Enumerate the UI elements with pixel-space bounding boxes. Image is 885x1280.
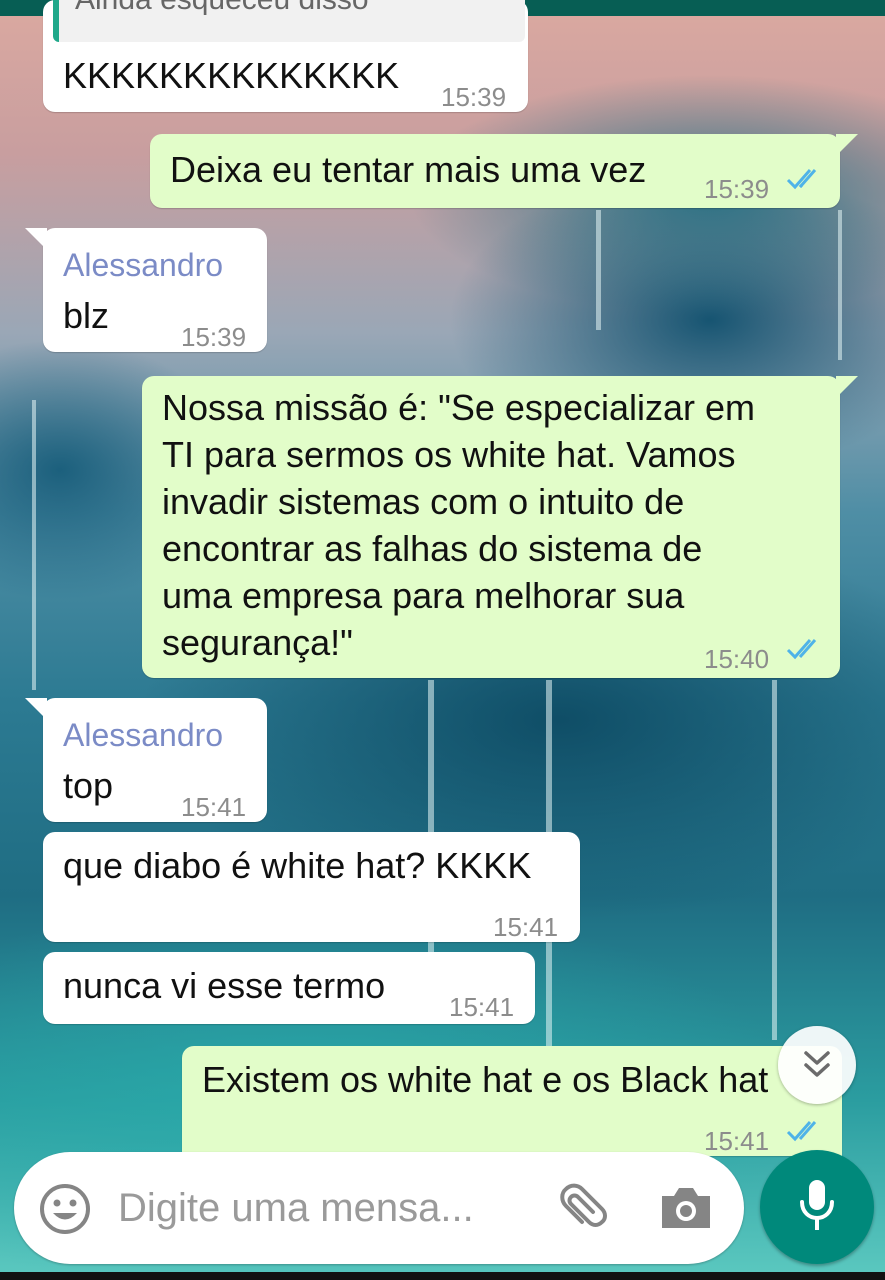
double-chevron-down-icon <box>804 1051 830 1077</box>
wallpaper-line <box>772 680 777 1040</box>
message-incoming[interactable]: que diabo é white hat? KKKK 15:41 <box>43 832 580 942</box>
message-text-line: segurança!" <box>162 622 353 663</box>
message-text: KKKKKKKKKKKKKK <box>63 55 400 96</box>
message-outgoing[interactable]: Deixa eu tentar mais uma vez 15:39 <box>150 134 858 208</box>
read-ticks-icon <box>786 639 817 660</box>
bubble-tail <box>25 698 47 720</box>
navigation-bar-edge <box>0 1272 885 1280</box>
message-composer[interactable]: Digite uma mensa... <box>14 1152 744 1264</box>
sender-name[interactable]: Alessandro <box>63 242 223 289</box>
camera-icon[interactable] <box>658 1184 714 1232</box>
emoji-icon[interactable] <box>38 1182 92 1236</box>
bubble-tail <box>25 228 47 250</box>
message-text-line: invadir sistemas com o intuito de <box>162 481 685 522</box>
message-time: 15:39 <box>441 82 507 112</box>
scroll-to-bottom-button[interactable] <box>778 1026 856 1104</box>
sender-name[interactable]: Alessandro <box>63 712 223 759</box>
read-ticks-icon <box>786 169 817 190</box>
read-ticks-icon <box>786 1121 817 1142</box>
message-incoming[interactable]: Alessandro blz 15:39 <box>25 228 267 352</box>
wallpaper-line <box>32 400 36 690</box>
message-time: 15:40 <box>704 644 770 674</box>
message-time: 15:39 <box>181 322 247 352</box>
message-text-line: Nossa missão é: "Se especializar em <box>162 387 756 428</box>
quoted-message-text: Ainda esqueceu disso <box>75 0 369 23</box>
wallpaper-line <box>596 210 601 330</box>
voice-record-button[interactable] <box>760 1150 874 1264</box>
microphone-icon <box>800 1180 834 1230</box>
message-text-line: uma empresa para melhorar sua <box>162 575 685 616</box>
message-text: Deixa eu tentar mais uma vez <box>170 149 647 190</box>
chat-screen: Ainda esqueceu disso KKKKKKKKKKKKKK 15:3… <box>0 0 885 1280</box>
message-text: Existem os white hat e os Black hat <box>202 1059 769 1100</box>
message-text: blz <box>63 295 110 336</box>
message-text: top <box>63 765 114 806</box>
message-time: 15:41 <box>493 912 559 942</box>
message-text-line: TI para sermos os white hat. Vamos <box>162 434 736 475</box>
message-text: nunca vi esse termo <box>63 965 386 1006</box>
message-time: 15:41 <box>181 792 247 822</box>
wallpaper-line <box>838 210 842 360</box>
message-input[interactable]: Digite uma mensa... <box>118 1186 474 1231</box>
quoted-message[interactable]: Ainda esqueceu disso <box>53 0 525 42</box>
paperclip-icon[interactable] <box>554 1182 608 1236</box>
bubble-tail <box>836 376 858 398</box>
message-time: 15:41 <box>704 1126 770 1156</box>
message-text-line: encontrar as falhas do sistema de <box>162 528 703 569</box>
bubble-tail <box>836 134 858 156</box>
message-incoming[interactable]: Ainda esqueceu disso KKKKKKKKKKKKKK 15:3… <box>43 0 528 112</box>
message-incoming[interactable]: Alessandro top 15:41 <box>25 698 267 822</box>
message-time: 15:41 <box>449 992 515 1022</box>
message-incoming[interactable]: nunca vi esse termo 15:41 <box>43 952 535 1024</box>
message-outgoing[interactable]: Nossa missão é: "Se especializar em TI p… <box>142 376 858 678</box>
message-time: 15:39 <box>704 174 770 204</box>
message-outgoing[interactable]: Existem os white hat e os Black hat 15:4… <box>182 1046 842 1156</box>
message-text: que diabo é white hat? KKKK <box>63 845 532 886</box>
